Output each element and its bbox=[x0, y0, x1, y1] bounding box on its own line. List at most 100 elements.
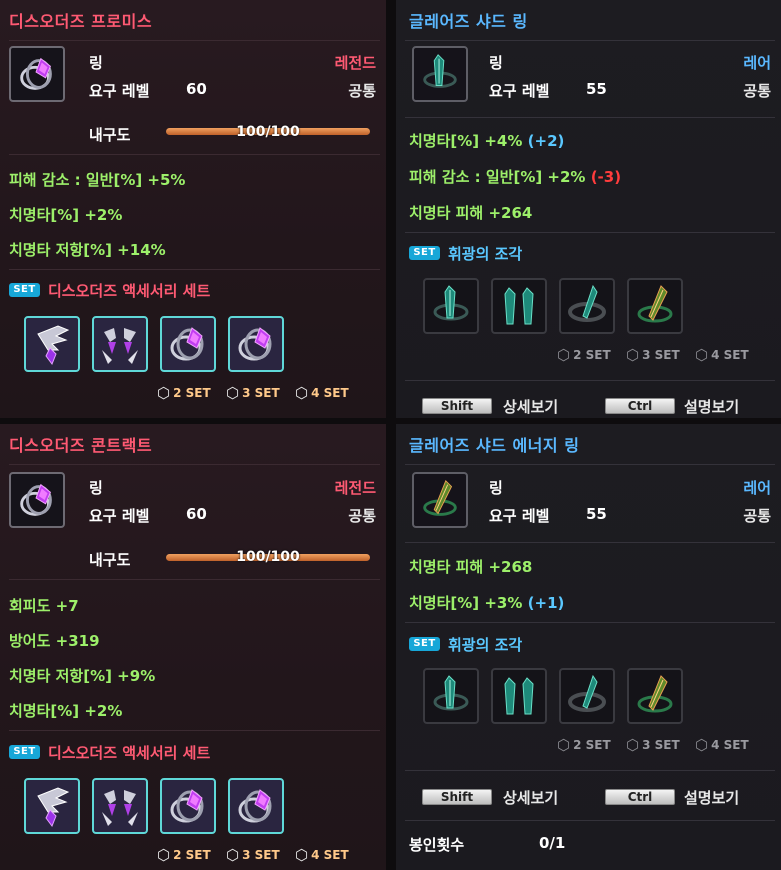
item-icon-frame bbox=[412, 472, 468, 528]
stat-line: 치명타 피해 +264 bbox=[409, 202, 532, 223]
set-count-2: ⬡ 2 SET bbox=[557, 736, 611, 754]
stat-bonus: (-3) bbox=[590, 168, 622, 186]
set-count-4: ⬡ 4 SET bbox=[295, 846, 349, 864]
item-grade: 레전드 bbox=[334, 54, 376, 72]
item-type: 링 bbox=[489, 54, 503, 72]
teal-shard-ring-icon bbox=[563, 672, 611, 720]
set-count-label: 3 SET bbox=[242, 386, 280, 400]
set-count-label: 2 SET bbox=[173, 386, 211, 400]
set-item-slot[interactable] bbox=[24, 316, 80, 372]
durability-label: 내구도 bbox=[89, 126, 131, 144]
stat-text: 치명타[%] +4% bbox=[409, 132, 523, 150]
set-name: 디스오더즈 액세서리 세트 bbox=[48, 282, 211, 300]
stat-text: 치명타 피해 +268 bbox=[409, 558, 533, 576]
divider-line bbox=[9, 730, 380, 731]
set-item-slot[interactable] bbox=[160, 316, 216, 372]
required-level-label: 요구 레벨 bbox=[89, 82, 150, 100]
item-class: 공통 bbox=[348, 82, 376, 100]
wing-purple-icon bbox=[28, 320, 76, 368]
stat-bonus: (+2) bbox=[527, 132, 565, 150]
set-item-slot[interactable] bbox=[92, 778, 148, 834]
vertical-divider bbox=[386, 0, 396, 870]
cube-icon: ⬡ bbox=[157, 384, 171, 402]
item-title: 디스오더즈 콘트랙트 bbox=[9, 436, 153, 455]
item-class: 공통 bbox=[348, 507, 376, 525]
set-name: 휘광의 조각 bbox=[448, 245, 523, 263]
cube-icon: ⬡ bbox=[626, 346, 640, 364]
divider-line bbox=[405, 820, 775, 821]
tooltip-glares-shard-energy-ring: 글레어즈 샤드 에너지 링 링 레어 요구 레벨 55 공통 치명타 피해 +2… bbox=[396, 424, 781, 870]
item-type: 링 bbox=[89, 479, 103, 497]
set-item-slot[interactable] bbox=[92, 316, 148, 372]
stat-line: 치명타[%] +2% bbox=[9, 206, 123, 224]
item-type: 링 bbox=[489, 479, 503, 497]
green-shard-ring-icon bbox=[417, 477, 463, 523]
durability-label: 내구도 bbox=[89, 551, 131, 569]
teal-twin-icon bbox=[495, 672, 543, 720]
set-item-slot[interactable] bbox=[559, 278, 615, 334]
set-count-label: 3 SET bbox=[242, 848, 280, 862]
item-grade: 레전드 bbox=[334, 479, 376, 497]
set-badge: SET bbox=[409, 246, 440, 260]
twin-pendant-icon bbox=[96, 782, 144, 830]
set-item-slot[interactable] bbox=[228, 316, 284, 372]
divider-line bbox=[9, 154, 380, 155]
stat-line: 치명타[%] +2% bbox=[9, 702, 123, 720]
required-level-label: 요구 레벨 bbox=[489, 507, 550, 525]
shift-key[interactable]: Shift bbox=[422, 789, 492, 805]
item-grade: 레어 bbox=[743, 479, 771, 497]
required-level-label: 요구 레벨 bbox=[89, 507, 150, 525]
ctrl-key[interactable]: Ctrl bbox=[605, 398, 675, 414]
teal-ring-icon bbox=[417, 51, 463, 97]
cube-icon: ⬡ bbox=[157, 846, 171, 864]
stat-line: 방어도 +319 bbox=[9, 632, 100, 650]
tooltip-disorders-contract: 디스오더즈 콘트랙트 링 레전드 요구 레벨 60 공통 내구도 100/100… bbox=[0, 424, 386, 870]
set-count-3: ⬡ 3 SET bbox=[226, 384, 280, 402]
shift-key-label: 상세보기 bbox=[503, 398, 559, 416]
set-count-label: 4 SET bbox=[711, 738, 749, 752]
set-item-slot[interactable] bbox=[24, 778, 80, 834]
twin-pendant-icon bbox=[96, 320, 144, 368]
set-item-slot[interactable] bbox=[559, 668, 615, 724]
set-count-label: 2 SET bbox=[573, 348, 611, 362]
ctrl-key[interactable]: Ctrl bbox=[605, 789, 675, 805]
set-item-slot[interactable] bbox=[228, 778, 284, 834]
divider-line bbox=[9, 579, 380, 580]
set-item-slot[interactable] bbox=[423, 668, 479, 724]
set-count-4: ⬡ 4 SET bbox=[295, 384, 349, 402]
set-count-3: ⬡ 3 SET bbox=[626, 736, 680, 754]
set-item-slot[interactable] bbox=[627, 668, 683, 724]
set-count-label: 4 SET bbox=[311, 848, 349, 862]
required-level-value: 60 bbox=[186, 505, 207, 523]
set-badge: SET bbox=[9, 745, 40, 759]
divider-line bbox=[405, 380, 775, 381]
set-item-slot[interactable] bbox=[627, 278, 683, 334]
set-badge: SET bbox=[9, 283, 40, 297]
purple-ring-icon bbox=[232, 782, 280, 830]
teal-shard-ring-icon bbox=[563, 282, 611, 330]
tooltip-disorders-promise: 디스오더즈 프로미스 링 레전드 요구 레벨 60 공통 내구도 100/100… bbox=[0, 0, 386, 418]
cube-icon: ⬡ bbox=[557, 736, 571, 754]
teal-ring-icon bbox=[427, 282, 475, 330]
set-item-slot[interactable] bbox=[491, 668, 547, 724]
item-grade: 레어 bbox=[743, 54, 771, 72]
divider-line bbox=[405, 770, 775, 771]
item-class: 공통 bbox=[743, 82, 771, 100]
ctrl-key-label: 설명보기 bbox=[684, 789, 740, 807]
set-item-slot[interactable] bbox=[160, 778, 216, 834]
set-count-4: ⬡ 4 SET bbox=[695, 736, 749, 754]
shift-key[interactable]: Shift bbox=[422, 398, 492, 414]
cube-icon: ⬡ bbox=[295, 384, 309, 402]
item-title: 글레어즈 샤드 링 bbox=[409, 12, 528, 31]
seal-count-label: 봉인횟수 bbox=[409, 836, 465, 854]
divider-line bbox=[9, 464, 380, 465]
set-item-slot[interactable] bbox=[423, 278, 479, 334]
green-shard-ring-icon bbox=[631, 672, 679, 720]
cube-icon: ⬡ bbox=[226, 384, 240, 402]
set-item-slot[interactable] bbox=[491, 278, 547, 334]
divider-line bbox=[9, 269, 380, 270]
required-level-value: 55 bbox=[586, 80, 607, 98]
divider-line bbox=[405, 232, 775, 233]
teal-ring-icon bbox=[427, 672, 475, 720]
stat-bonus: (+1) bbox=[527, 594, 565, 612]
